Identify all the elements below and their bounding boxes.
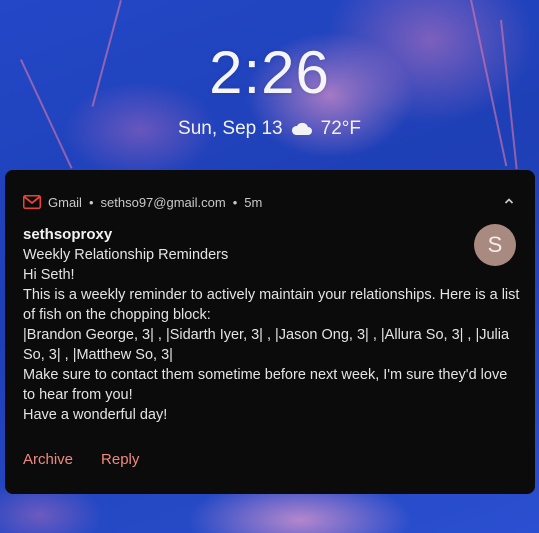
notification-actions: Archive Reply	[23, 451, 139, 468]
gmail-icon	[23, 195, 41, 209]
body-line: Have a wonderful day!	[23, 407, 168, 423]
body-line: of fish on the chopping block:	[23, 307, 211, 323]
chevron-up-icon[interactable]	[503, 194, 515, 206]
lockscreen-temperature: 72°F	[320, 118, 361, 139]
notification-age: 5m	[244, 194, 263, 210]
body-line: Hi Seth!	[23, 267, 75, 283]
date-weather-row: Sun, Sep 13 72°F	[0, 118, 539, 140]
body-line: This is a weekly reminder to actively ma…	[23, 287, 520, 303]
lockscreen-date: Sun, Sep 13	[178, 118, 283, 139]
body-line: Make sure to contact them sometime befor…	[23, 367, 508, 383]
lockscreen-clock: 2:26	[209, 39, 330, 106]
reply-button[interactable]: Reply	[101, 451, 139, 468]
body-line: |Brandon George, 3| , |Sidarth Iyer, 3| …	[23, 327, 510, 343]
body-line: to hear from you!	[23, 387, 133, 403]
header-separator: •	[88, 194, 94, 210]
notification-sender: sethsoproxy	[23, 226, 113, 243]
gmail-notification-card[interactable]: Gmail • sethso97@gmail.com • 5m sethsopr…	[5, 170, 535, 494]
email-subject: Weekly Relationship Reminders	[23, 247, 229, 263]
archive-button[interactable]: Archive	[23, 451, 73, 468]
header-separator: •	[232, 194, 238, 210]
body-line: So, 3| , |Matthew So, 3|	[23, 347, 173, 363]
cloud-icon	[291, 122, 313, 136]
notification-account: sethso97@gmail.com	[100, 194, 226, 210]
notification-header: Gmail • sethso97@gmail.com • 5m	[23, 192, 262, 212]
notification-body: Weekly Relationship Reminders Hi Seth! T…	[23, 245, 520, 425]
notification-app-name: Gmail	[48, 194, 82, 210]
